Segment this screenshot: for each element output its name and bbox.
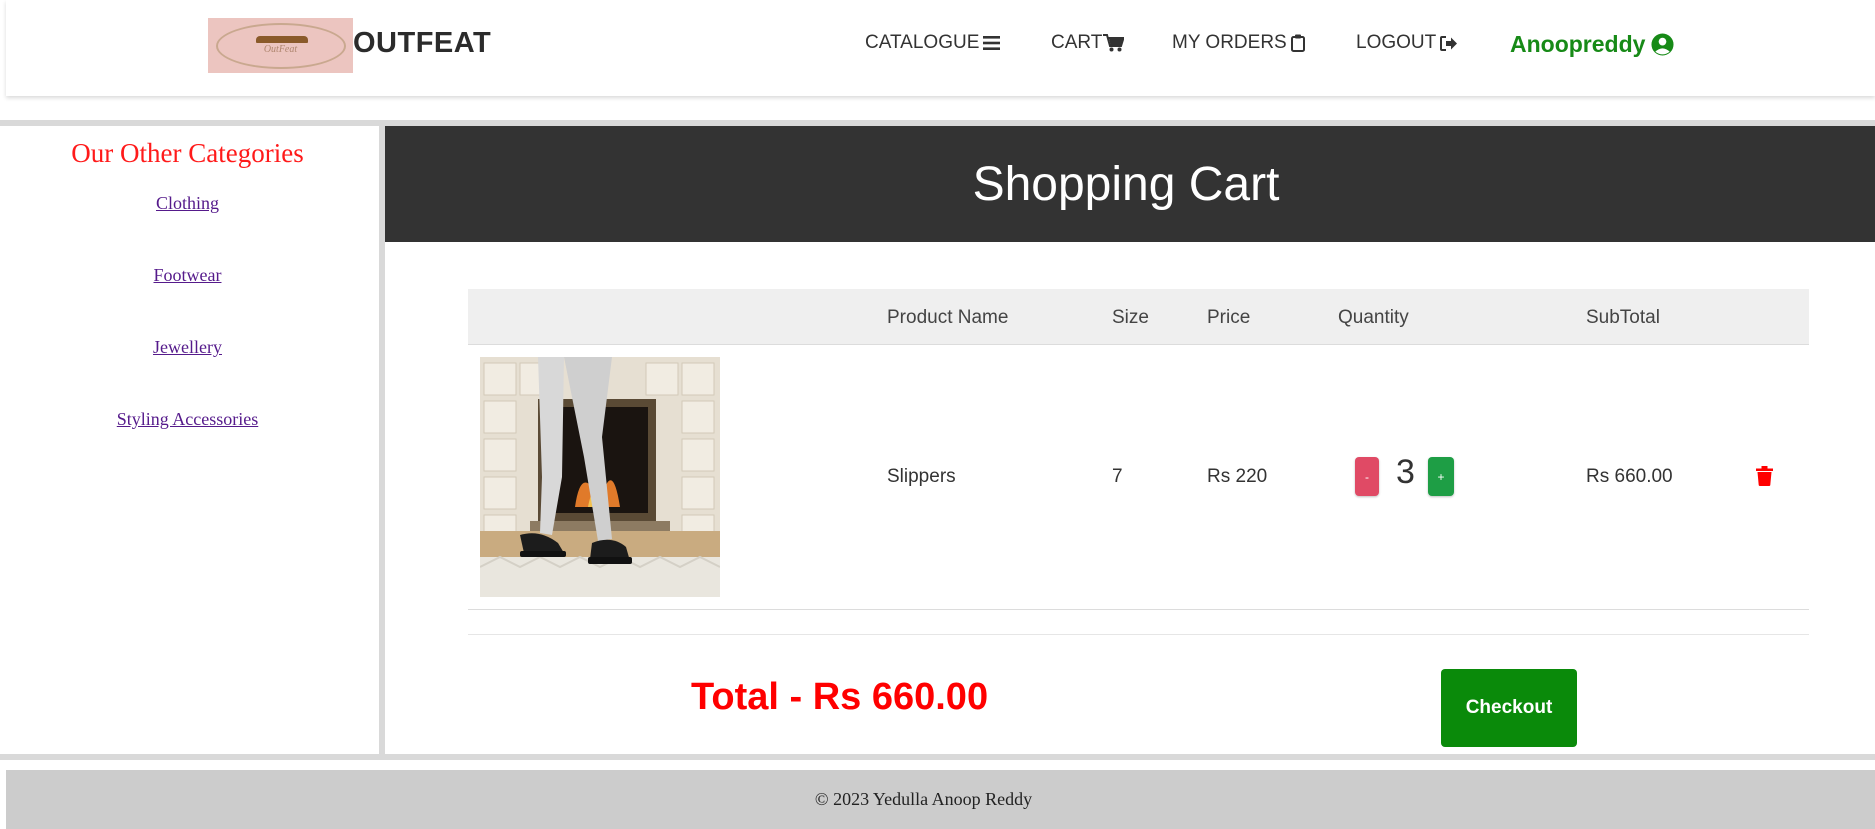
logo[interactable]: OutFeat bbox=[208, 18, 353, 73]
header-price: Price bbox=[1207, 307, 1251, 328]
shoe-icon bbox=[255, 35, 308, 43]
nav-catalogue[interactable]: CATALOGUE bbox=[865, 32, 1001, 54]
product-name: Slippers bbox=[887, 466, 956, 487]
cart-icon bbox=[1103, 34, 1125, 52]
product-image bbox=[480, 357, 720, 597]
logo-emblem: OutFeat bbox=[215, 22, 346, 69]
logo-text: OutFeat bbox=[263, 44, 298, 55]
header-quantity: Quantity bbox=[1338, 307, 1409, 328]
brand-name[interactable]: OUTFEAT bbox=[353, 27, 491, 60]
decrease-quantity-button[interactable]: - bbox=[1355, 457, 1379, 496]
product-size: 7 bbox=[1112, 466, 1123, 487]
nav-logout-label: LOGOUT bbox=[1356, 32, 1437, 53]
checkout-button[interactable]: Checkout bbox=[1441, 669, 1577, 747]
sign-out-icon bbox=[1440, 35, 1458, 51]
table-row: Slippers 7 Rs 220 - 3 + Rs 660.00 bbox=[468, 345, 1809, 610]
cart-table-header: Product Name Size Price Quantity SubTota… bbox=[468, 289, 1809, 345]
footer: © 2023 Yedulla Anoop Reddy bbox=[6, 770, 1875, 829]
user-circle-icon bbox=[1651, 33, 1674, 56]
nav-catalogue-label: CATALOGUE bbox=[865, 32, 980, 53]
page-title-bar: Shopping Cart bbox=[385, 126, 1875, 242]
product-price: Rs 220 bbox=[1207, 466, 1268, 487]
header-subtotal: SubTotal bbox=[1586, 307, 1660, 328]
user-profile[interactable]: Anoopreddy bbox=[1510, 31, 1674, 58]
nav-my-orders[interactable]: MY ORDERS bbox=[1172, 32, 1305, 54]
clipboard-icon bbox=[1290, 34, 1305, 52]
table-divider bbox=[468, 634, 1809, 635]
nav-cart[interactable]: CART bbox=[1051, 32, 1125, 54]
page-title: Shopping Cart bbox=[972, 157, 1280, 211]
nav-my-orders-label: MY ORDERS bbox=[1172, 32, 1287, 53]
header-size: Size bbox=[1112, 307, 1149, 328]
sidebar-item-jewellery[interactable]: Jewellery bbox=[0, 337, 375, 358]
nav-logout[interactable]: LOGOUT bbox=[1356, 32, 1458, 54]
trash-icon[interactable] bbox=[1756, 466, 1773, 491]
footer-divider bbox=[0, 754, 1875, 760]
product-subtotal: Rs 660.00 bbox=[1586, 466, 1673, 487]
nav-cart-label: CART bbox=[1051, 32, 1103, 53]
increase-quantity-button[interactable]: + bbox=[1428, 457, 1454, 496]
bars-icon bbox=[983, 36, 1001, 50]
cart-total: Total - Rs 660.00 bbox=[691, 676, 989, 718]
sidebar-item-clothing[interactable]: Clothing bbox=[0, 193, 375, 214]
sidebar-item-footwear[interactable]: Footwear bbox=[0, 265, 375, 286]
user-name: Anoopreddy bbox=[1510, 31, 1646, 57]
categories-sidebar: Our Other Categories Clothing Footwear J… bbox=[0, 126, 379, 754]
sidebar-item-styling-accessories[interactable]: Styling Accessories bbox=[0, 409, 375, 430]
copyright-text: © 2023 Yedulla Anoop Reddy bbox=[814, 789, 1033, 809]
quantity-value: 3 bbox=[1396, 453, 1415, 491]
sidebar-title: Our Other Categories bbox=[71, 138, 304, 168]
header-product-name: Product Name bbox=[887, 307, 1009, 328]
